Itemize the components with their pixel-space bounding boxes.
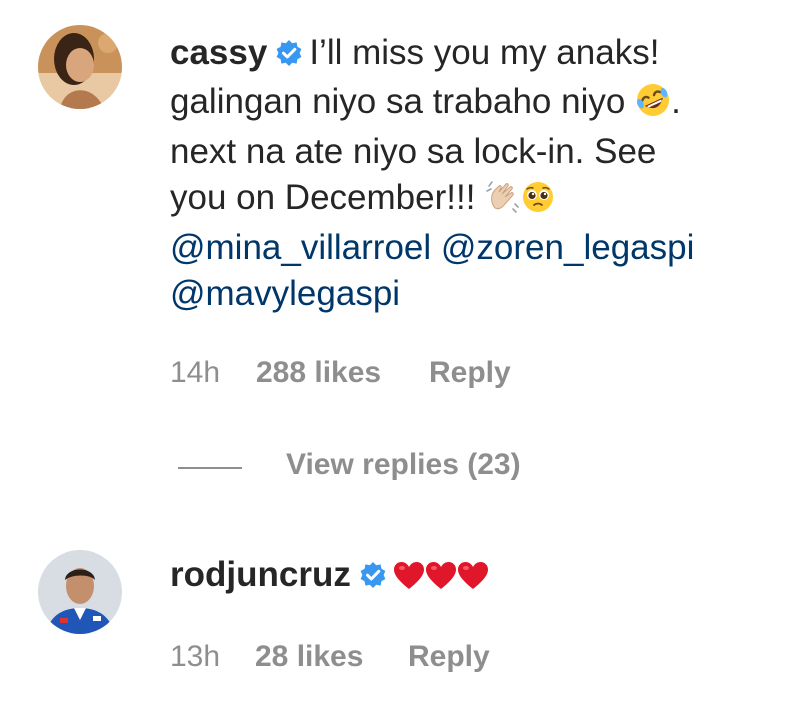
- pleading-face-emoji: [521, 180, 555, 226]
- timestamp[interactable]: 13h: [170, 640, 220, 674]
- comment-line-4: you on December!!!: [170, 177, 476, 217]
- avatar[interactable]: [38, 25, 122, 109]
- mention-link[interactable]: @mina_villarroel: [170, 228, 431, 267]
- avatar-photo: [38, 25, 122, 109]
- red-heart-emoji: [425, 557, 457, 603]
- comment-meta: 14h 288 likes Reply: [170, 356, 770, 392]
- comment-text: cassy I’ll miss you my anaks! galingan ni…: [170, 30, 770, 316]
- comment-meta: 13h 28 likes Reply: [170, 640, 770, 676]
- rolling-on-floor-laughing-emoji: [635, 82, 671, 130]
- avatar-photo: [38, 550, 122, 634]
- username[interactable]: cassy: [170, 33, 267, 72]
- comment-line-2-end: .: [671, 81, 681, 121]
- likes-count[interactable]: 28 likes: [255, 640, 363, 674]
- comment-text: rodjuncruz: [170, 552, 770, 603]
- likes-count[interactable]: 288 likes: [256, 356, 381, 390]
- red-heart-emoji: [457, 557, 489, 603]
- divider-line: [178, 467, 242, 469]
- verified-badge-icon: [275, 33, 303, 79]
- verified-badge-icon: [359, 555, 387, 601]
- red-heart-emoji: [393, 557, 425, 603]
- avatar[interactable]: [38, 550, 122, 634]
- comment-line-3: next na ate niyo sa lock-in. See: [170, 132, 657, 171]
- mention-link[interactable]: @mavylegaspi: [170, 274, 400, 313]
- reply-button[interactable]: Reply: [408, 640, 490, 674]
- view-replies-button[interactable]: View replies (23): [178, 448, 578, 488]
- reply-button[interactable]: Reply: [429, 356, 511, 390]
- comment-line-2: galingan niyo sa trabaho niyo: [170, 81, 626, 121]
- comment-line-1: I’ll miss you my anaks!: [309, 33, 660, 72]
- waving-hand-emoji: [485, 178, 521, 226]
- timestamp[interactable]: 14h: [170, 356, 220, 390]
- view-replies-label: View replies (23): [286, 448, 521, 481]
- username[interactable]: rodjuncruz: [170, 555, 351, 594]
- mention-link[interactable]: @zoren_legaspi: [441, 228, 694, 267]
